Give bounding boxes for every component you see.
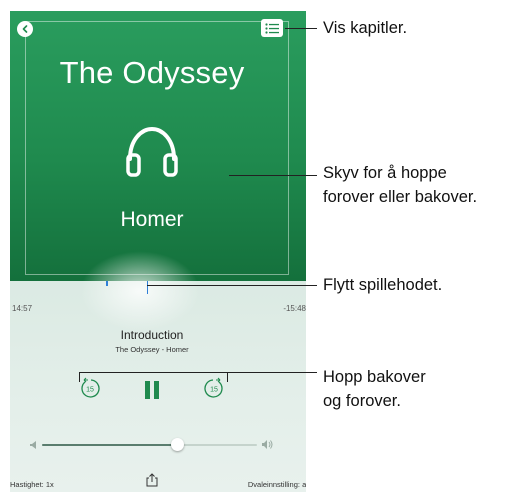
callout-swipe-line1: Skyv for å hoppe (323, 164, 447, 182)
speed-button[interactable]: Hastighet: 1x (10, 480, 54, 489)
time-remaining: -15:48 (283, 304, 306, 313)
skip-forward-seconds: 15 (210, 387, 218, 394)
skip-back-seconds: 15 (86, 387, 94, 394)
sleep-timer-button[interactable]: Dvaleinnstilling: av (248, 480, 306, 489)
playback-panel: 14:57 -15:48 Introduction The Odyssey - … (10, 251, 306, 492)
callout-line-swipe (229, 175, 317, 176)
volume-knob[interactable] (170, 438, 184, 451)
callout-line-playhead (147, 285, 317, 286)
cover-art[interactable]: The Odyssey Homer (10, 11, 306, 281)
cover-author: Homer (120, 208, 184, 231)
skip-bracket (79, 372, 228, 382)
callout-skip-line1: Hopp bakover (323, 368, 426, 386)
callout-skip-line2: og forover. (323, 392, 401, 410)
playhead-glow (80, 251, 200, 331)
callout-line-chapters (285, 28, 317, 29)
volume-high-icon (262, 440, 273, 449)
callout-line-skip (226, 372, 317, 373)
audiobook-player: The Odyssey Homer 14:57 -15:48 Introduct… (10, 11, 306, 492)
pause-icon[interactable] (142, 380, 162, 400)
callout-playhead: Flytt spillehodet. (323, 276, 443, 294)
time-elapsed: 14:57 (12, 304, 33, 313)
chapters-list-icon (265, 22, 279, 34)
back-icon (22, 25, 28, 33)
headphones-icon (126, 126, 178, 177)
volume-fill (42, 444, 178, 446)
chapter-subtitle: The Odyssey - Homer (115, 345, 189, 354)
cover-title: The Odyssey (59, 55, 245, 90)
chapter-marker (106, 281, 108, 286)
share-icon[interactable] (146, 473, 158, 487)
playhead[interactable] (147, 281, 148, 294)
volume-low-icon (30, 441, 36, 449)
chapters-button[interactable] (261, 19, 283, 37)
callout-chapters: Vis kapitler. (323, 19, 408, 37)
back-button[interactable] (17, 21, 33, 37)
chapter-title: Introduction (120, 328, 184, 342)
callout-swipe-line2: forover eller bakover. (323, 188, 478, 206)
